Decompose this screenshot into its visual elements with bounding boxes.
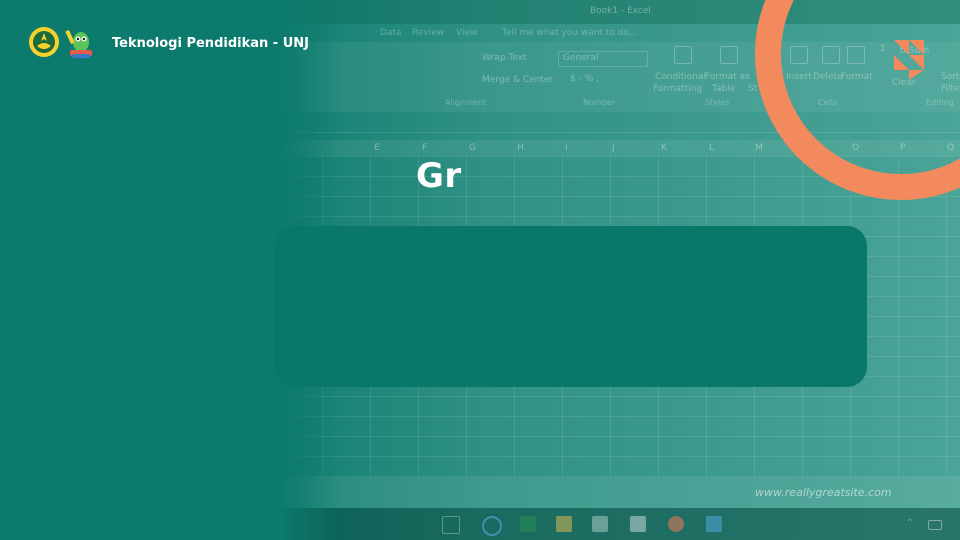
format-as-table-icon <box>720 46 738 64</box>
excel-format-table-1: Format as <box>705 72 750 82</box>
column-header: E <box>374 143 380 153</box>
column-header: J <box>612 143 615 153</box>
excel-number-format: General <box>563 53 599 63</box>
column-header: I <box>565 143 568 153</box>
excel-menu-view: View <box>456 28 478 38</box>
excel-conditional-1: Conditional <box>655 72 706 82</box>
slide-canvas: Book1 - Excel Data Review View Tell me w… <box>0 0 960 540</box>
column-header: M <box>755 143 763 153</box>
excel-menu-review: Review <box>412 28 445 38</box>
excel-icon <box>520 516 536 532</box>
task-view-icon <box>442 516 460 534</box>
excel-conditional-2: Formatting <box>653 84 703 94</box>
mail-icon <box>630 516 646 532</box>
column-header: G <box>469 143 476 153</box>
excel-menu-data: Data <box>380 28 402 38</box>
geometric-pattern-icon <box>894 40 924 80</box>
website-url: www.reallygreatsite.com <box>755 486 892 499</box>
store-icon <box>592 516 608 532</box>
excel-percent-icon: $ - % , <box>570 74 599 84</box>
excel-tell-me: Tell me what you want to do... <box>502 28 638 38</box>
excel-format-table-2: Table <box>712 84 736 94</box>
column-header: L <box>709 143 715 153</box>
tray-up-icon: ^ <box>906 518 914 528</box>
group-alignment: Alignment <box>445 98 486 107</box>
app-icon <box>706 516 722 532</box>
mascot-icon <box>65 30 92 58</box>
group-number: Number <box>583 98 616 107</box>
site-title: Teknologi Pendidikan - UNJ <box>112 36 309 51</box>
conditional-formatting-icon <box>674 46 692 64</box>
content-card <box>274 226 867 387</box>
chrome-icon <box>668 516 684 532</box>
slide-heading: Gr <box>416 156 462 196</box>
excel-merge-center: Merge & Center <box>482 75 554 85</box>
battery-icon <box>928 520 942 530</box>
edge-icon <box>482 516 502 536</box>
column-header: H <box>517 143 524 153</box>
group-styles: Styles <box>705 98 730 107</box>
folder-icon <box>556 516 572 532</box>
excel-window-title: Book1 - Excel <box>590 6 651 16</box>
excel-wrap-text: Wrap Text <box>482 53 527 63</box>
column-header: K <box>661 143 667 153</box>
unj-logo-icon <box>29 27 59 57</box>
column-header: F <box>422 143 428 153</box>
excel-cell-styles: St <box>748 84 758 94</box>
taskbar <box>280 508 960 540</box>
